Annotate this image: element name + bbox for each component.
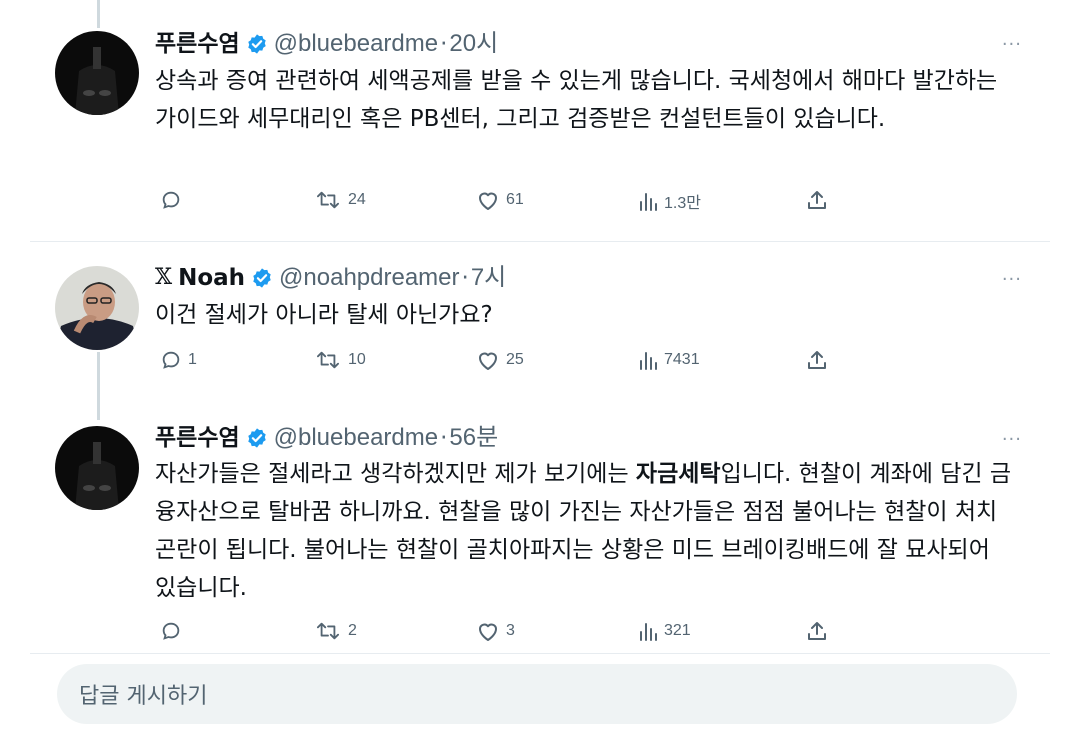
views-icon <box>640 623 657 641</box>
like-count: 3 <box>506 622 515 639</box>
separator-dot: · <box>440 425 448 451</box>
like-button[interactable]: 61 <box>476 189 524 211</box>
tweet-actions: 2 3 321 <box>0 620 1080 650</box>
tweet-header: 𝕏 Noah @noahpdreamer · 7시 <box>155 262 506 294</box>
reply-placeholder: 답글 게시하기 <box>79 684 208 709</box>
tweet-text: 자산가들은 절세라고 생각하겠지만 제가 보기에는 자금세탁입니다. 현찰이 계… <box>155 455 1015 607</box>
timestamp[interactable]: 20시 <box>449 28 498 60</box>
reply-icon <box>162 351 180 369</box>
retweet-count: 2 <box>348 622 357 639</box>
verified-badge-icon <box>246 33 268 55</box>
tweet-text-part: 자산가들은 절세라고 생각하겠지만 제가 보기에는 <box>155 461 636 487</box>
views-button[interactable]: 7431 <box>638 349 700 371</box>
share-button[interactable] <box>806 349 834 371</box>
timestamp[interactable]: 7시 <box>471 262 506 294</box>
retweet-button[interactable]: 2 <box>314 620 357 642</box>
x-logo-icon: 𝕏 <box>155 265 173 290</box>
reply-icon <box>162 191 180 209</box>
user-handle[interactable]: @noahpdreamer <box>279 262 459 294</box>
tweet-header: 푸른수염 @bluebeardme · 56분 <box>155 422 498 454</box>
tweet-header: 푸른수염 @bluebeardme · 20시 <box>155 28 498 60</box>
more-icon[interactable]: ··· <box>1002 429 1022 450</box>
tweet-text: 이건 절세가 아니라 탈세 아닌가요? <box>155 302 493 328</box>
display-name[interactable]: 푸른수염 <box>155 422 240 454</box>
tweet-text: 상속과 증여 관련하여 세액공제를 받을 수 있는게 많습니다. 국세청에서 해… <box>155 68 998 132</box>
display-name[interactable]: 푸른수염 <box>155 28 240 60</box>
verified-badge-icon <box>246 427 268 449</box>
like-icon <box>479 352 497 370</box>
retweet-button[interactable]: 10 <box>314 349 366 371</box>
verified-badge-icon <box>251 267 273 289</box>
reply-icon <box>162 622 180 640</box>
display-name[interactable]: Noah <box>178 262 245 294</box>
avatar[interactable] <box>55 426 139 510</box>
tweet-actions: 1 10 25 7431 <box>0 349 1080 379</box>
tweet[interactable]: 푸른수염 @bluebeardme · 20시 ··· 상속과 증여 관련하여 … <box>0 0 1080 240</box>
views-icon <box>640 193 657 211</box>
thread-view: 푸른수염 @bluebeardme · 20시 ··· 상속과 증여 관련하여 … <box>0 0 1080 732</box>
share-icon <box>808 351 826 369</box>
like-count: 25 <box>506 351 524 368</box>
separator-dot: · <box>440 31 448 57</box>
reply-button[interactable]: 1 <box>160 349 197 371</box>
like-count: 61 <box>506 191 524 208</box>
reply-count: 1 <box>188 351 197 368</box>
retweet-button[interactable]: 24 <box>314 189 366 211</box>
share-button[interactable] <box>806 620 834 642</box>
more-icon[interactable]: ··· <box>1002 34 1022 55</box>
like-icon <box>479 623 497 641</box>
share-icon <box>808 191 826 209</box>
views-button[interactable]: 1.3만 <box>638 189 701 213</box>
views-count: 1.3만 <box>664 195 701 212</box>
tweet-actions: 24 61 1.3만 <box>0 189 1080 219</box>
tweet-text-bold: 자금세탁 <box>635 461 721 487</box>
avatar[interactable] <box>55 31 139 115</box>
like-button[interactable]: 25 <box>476 349 524 371</box>
retweet-icon <box>317 191 340 209</box>
like-button[interactable]: 3 <box>476 620 515 642</box>
divider <box>30 653 1050 654</box>
share-icon <box>808 622 826 640</box>
retweet-icon <box>317 351 340 369</box>
separator-dot: · <box>461 265 469 291</box>
views-count: 7431 <box>664 351 700 368</box>
avatar[interactable] <box>55 266 139 350</box>
timestamp[interactable]: 56분 <box>449 422 498 454</box>
retweet-count: 10 <box>348 351 366 368</box>
user-handle[interactable]: @bluebeardme <box>274 28 438 60</box>
tweet[interactable]: 푸른수염 @bluebeardme · 56분 ··· 자산가들은 절세라고 생… <box>0 402 1080 652</box>
share-button[interactable] <box>806 189 834 211</box>
reply-button[interactable] <box>160 620 188 642</box>
user-handle[interactable]: @bluebeardme <box>274 422 438 454</box>
reply-button[interactable] <box>160 189 188 211</box>
retweet-count: 24 <box>348 191 366 208</box>
reply-input[interactable]: 답글 게시하기 <box>57 664 1017 724</box>
retweet-icon <box>317 622 340 640</box>
views-icon <box>640 352 657 370</box>
tweet[interactable]: 𝕏 Noah @noahpdreamer · 7시 ··· 이건 절세가 아니라… <box>0 242 1080 402</box>
views-button[interactable]: 321 <box>638 620 691 642</box>
like-icon <box>479 192 497 210</box>
views-count: 321 <box>664 622 691 639</box>
more-icon[interactable]: ··· <box>1002 269 1022 290</box>
